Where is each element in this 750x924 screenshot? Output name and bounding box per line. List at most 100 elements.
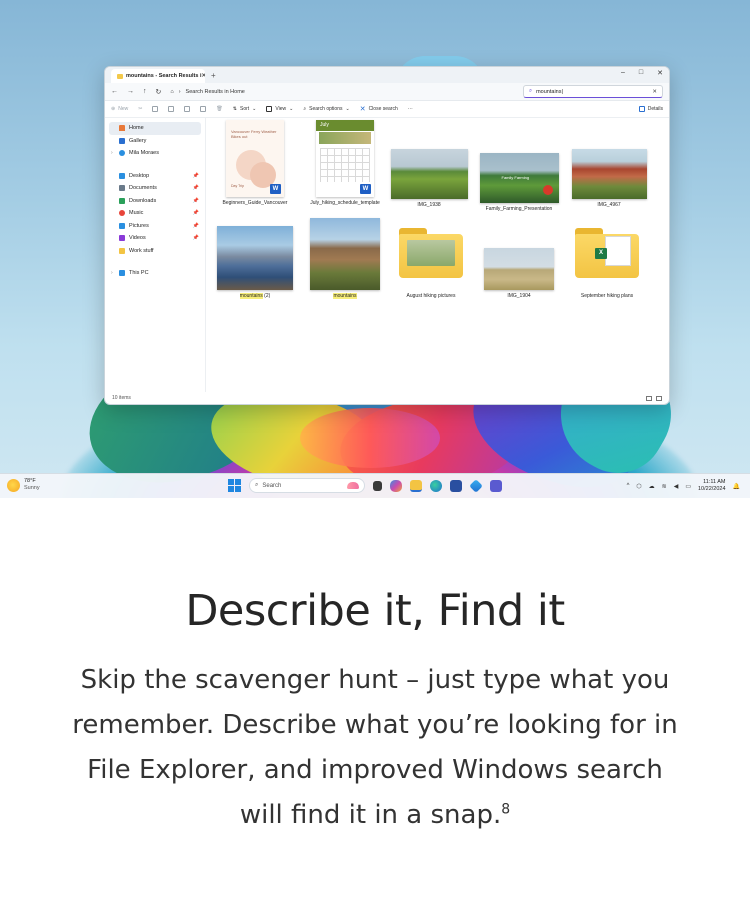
chevron-down-icon: ⌄ (252, 106, 257, 112)
copilot-icon[interactable] (390, 479, 402, 492)
plus-icon: ⊕ (111, 106, 116, 112)
folder-icon (119, 247, 125, 254)
close-search-button[interactable]: ✕ Close search (360, 105, 398, 113)
file-item[interactable]: IMG_4967 (564, 149, 654, 208)
sort-icon: ⇅ (232, 106, 237, 112)
close-tab-icon[interactable]: ✕ (202, 73, 206, 79)
search-input[interactable]: ⌕ mountains| ✕ (523, 85, 663, 98)
presentation-thumbnail: Family Farming (479, 153, 559, 203)
refresh-icon[interactable]: ↻ (156, 88, 162, 96)
breadcrumb[interactable]: ⌂ › Search Results in Home (170, 89, 244, 95)
sidebar-item-onedrive[interactable]: › Mila Moraes (105, 147, 205, 160)
chevron-down-icon: ⌄ (345, 106, 350, 112)
sidebar-item-label: Pictures (129, 222, 149, 229)
tiles-view-icon[interactable] (656, 395, 662, 401)
footnote-marker: 8 (501, 801, 511, 818)
body-copy: Skip the scavenger hunt – just type what… (70, 658, 680, 838)
volume-icon[interactable]: ◀ (674, 483, 679, 490)
cloud-icon[interactable]: ☁ (649, 483, 655, 490)
sidebar-item-work-stuff[interactable]: Work stuff (105, 245, 205, 258)
taskbar: 78°F Sunny ⌕ Search ^ ⬡ ☁ ≋ ◀ ▭ 11:11 AM… (0, 473, 750, 498)
store-icon[interactable] (450, 479, 462, 492)
file-item[interactable]: X September hiking plans (562, 228, 652, 299)
word-document-thumbnail: July W (316, 120, 374, 197)
paste-button[interactable] (168, 106, 175, 112)
view-button[interactable]: View ⌄ (266, 106, 293, 112)
sort-button[interactable]: ⇅ Sort ⌄ (233, 106, 257, 112)
file-item[interactable]: IMG_1938 (384, 149, 474, 208)
file-item[interactable]: August hiking pictures (386, 228, 476, 299)
tab-title: mountains - Search Results i (126, 73, 202, 79)
search-match-highlight: mountains (239, 293, 263, 299)
new-tab-button[interactable]: + (211, 71, 216, 80)
minimize-button[interactable]: – (621, 69, 625, 77)
sidebar-item-gallery[interactable]: Gallery (105, 135, 205, 148)
sidebar-item-videos[interactable]: Videos 📌 (105, 232, 205, 245)
rename-button[interactable] (184, 106, 191, 112)
details-view-icon[interactable] (646, 395, 652, 401)
sidebar-item-downloads[interactable]: Downloads 📌 (105, 195, 205, 208)
close-window-button[interactable]: ✕ (657, 69, 663, 77)
search-icon: ⌕ (529, 88, 533, 94)
maximize-button[interactable]: □ (639, 69, 643, 77)
sidebar-item-desktop[interactable]: Desktop 📌 (105, 170, 205, 183)
search-results-grid: Vancouver Ferry Weather Bikes out Day Tr… (206, 118, 669, 392)
share-button[interactable] (200, 106, 207, 112)
search-options-button[interactable]: ⌕ Search options ⌄ (303, 106, 349, 112)
vpn-icon[interactable]: ⬡ (636, 483, 641, 490)
up-arrow-icon[interactable]: ↑ (143, 88, 147, 95)
start-button[interactable] (228, 479, 241, 492)
clock[interactable]: 11:11 AM 10/22/2024 (698, 479, 726, 493)
wifi-icon[interactable]: ≋ (662, 483, 667, 490)
pin-icon: 📌 (192, 185, 199, 192)
home-icon: ⌂ (170, 88, 174, 95)
notification-bell-icon[interactable]: 🔔 (733, 483, 740, 490)
pin-icon: 📌 (192, 172, 199, 179)
edge-icon[interactable] (430, 479, 442, 492)
chevron-up-icon[interactable]: ^ (627, 483, 630, 489)
file-name: September hiking plans (580, 293, 634, 299)
sidebar-item-home[interactable]: Home (109, 122, 201, 135)
file-item[interactable]: IMG_1904 (474, 248, 564, 299)
file-item[interactable]: mountains (2) (210, 226, 300, 299)
sidebar-item-label: Gallery (129, 137, 147, 144)
file-item[interactable]: mountains (300, 218, 390, 299)
pin-icon: 📌 (192, 222, 199, 229)
search-match-highlight: mountains (333, 293, 357, 299)
file-item[interactable]: July W July_hiking_schedule_template (300, 120, 390, 206)
task-view-icon[interactable] (373, 480, 382, 491)
details-button[interactable]: Details (638, 106, 663, 112)
photo-thumbnail (310, 218, 380, 290)
taskbar-search-label: Search (262, 482, 282, 489)
sidebar-item-pictures[interactable]: Pictures 📌 (105, 220, 205, 233)
file-item[interactable]: Vancouver Ferry Weather Bikes out Day Tr… (210, 120, 300, 206)
sidebar-item-label: Music (129, 210, 144, 217)
sidebar-item-this-pc[interactable]: › This PC (105, 267, 205, 280)
clear-search-icon[interactable]: ✕ (652, 89, 657, 95)
delete-button[interactable]: 🗑 (216, 106, 222, 112)
close-icon: ✕ (359, 106, 366, 113)
cut-button[interactable]: ✂ (138, 106, 142, 112)
sidebar-item-label: Work stuff (129, 247, 154, 254)
status-bar: 10 items (105, 392, 669, 404)
sidebar-item-music[interactable]: Music 📌 (105, 207, 205, 220)
battery-icon[interactable]: ▭ (685, 483, 691, 490)
excel-icon: X (595, 248, 607, 259)
copy-button[interactable] (152, 106, 159, 112)
photos-icon[interactable] (469, 478, 483, 493)
pin-icon: 📌 (192, 210, 199, 217)
forward-arrow-icon[interactable]: → (127, 88, 134, 95)
more-options-button[interactable]: ··· (408, 106, 413, 112)
back-arrow-icon[interactable]: ← (111, 88, 118, 95)
tab-search-results[interactable]: mountains - Search Results i ✕ (111, 69, 205, 83)
new-button[interactable]: ⊕ New (111, 106, 128, 112)
sun-icon (7, 478, 20, 492)
file-explorer-icon[interactable] (410, 479, 422, 492)
teams-icon[interactable] (490, 479, 502, 492)
file-item[interactable]: Family Farming Family_Farming_Presentati… (474, 153, 564, 212)
taskbar-search-box[interactable]: ⌕ Search (249, 478, 365, 493)
weather-widget[interactable]: 78°F Sunny (7, 478, 40, 492)
pin-icon: 📌 (192, 197, 199, 204)
sidebar-item-documents[interactable]: Documents 📌 (105, 182, 205, 195)
breadcrumb-text: Search Results in Home (185, 88, 245, 95)
